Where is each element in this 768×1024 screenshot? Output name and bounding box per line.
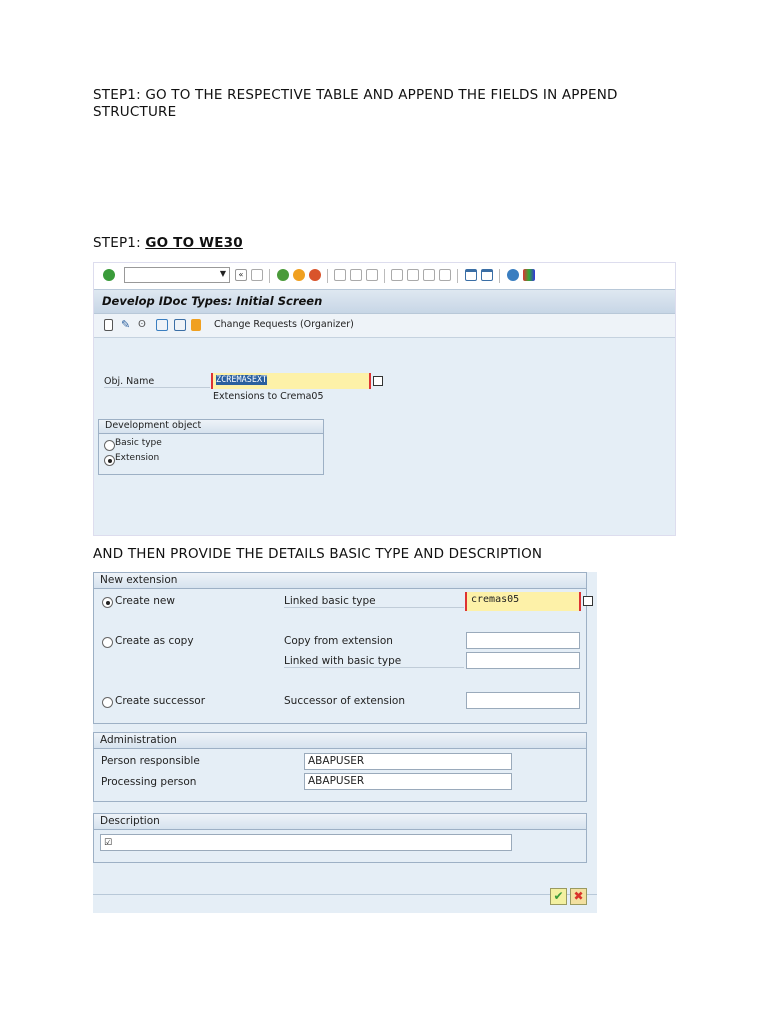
successor-of-extension-label: Successor of extension [284,695,405,707]
copy-from-extension-label: Copy from extension [284,635,393,647]
we30-link[interactable]: GO TO WE30 [145,235,243,251]
processing-person-label: Processing person [101,776,197,788]
radio-create-new[interactable] [102,597,113,608]
next-page-icon[interactable] [423,269,435,281]
value-help-icon[interactable] [373,376,383,386]
cancel-button[interactable]: ✖ [570,888,587,905]
obj-name-input[interactable]: ZCREMASEXT [211,373,371,389]
create-as-copy-label: Create as copy [115,635,194,647]
find-next-icon[interactable] [366,269,378,281]
back-icon[interactable] [277,269,289,281]
lock-icon[interactable] [191,319,201,331]
command-field[interactable]: ▼ [124,267,230,283]
new-extension-group: New extension Create new Create as copy … [93,572,593,724]
dropdown-icon[interactable]: ▼ [220,269,226,278]
then-text: AND THEN PROVIDE THE DETAILS BASIC TYPE … [93,546,543,562]
group-title: New extension [94,573,586,589]
save-icon[interactable] [251,269,263,281]
radio-create-successor[interactable] [102,697,113,708]
group-title: Description [94,814,586,830]
print-icon[interactable] [334,269,346,281]
find-icon[interactable] [350,269,362,281]
create-icon[interactable] [104,319,113,331]
layout-icon[interactable] [523,269,535,281]
radio-create-as-copy[interactable] [102,637,113,648]
step1-text: STEP1: GO TO THE RESPECTIVE TABLE AND AP… [93,87,618,120]
back-arrows-icon[interactable]: « [235,269,247,281]
create-new-label: Create new [115,595,175,607]
prev-page-icon[interactable] [407,269,419,281]
system-toolbar: ▼ « [94,263,675,289]
create-extension-dialog: New extension Create new Create as copy … [93,572,597,913]
description-group: Description ☑ [93,813,587,863]
group-title: Administration [94,733,586,749]
person-responsible-input[interactable]: ABAPUSER [304,753,512,770]
we30-screen: ▼ « Develop IDoc Types: Initial Screen ✎… [93,262,676,536]
successor-of-extension-input[interactable] [466,692,580,709]
step2-heading: STEP1: GO TO WE30 [93,235,243,251]
display-glasses-icon[interactable]: ʘ [138,319,150,331]
app-toolbar: ✎ ʘ Change Requests (Organizer) [94,314,675,338]
administration-group: Administration Person responsible ABAPUS… [93,732,587,802]
print-icon[interactable] [174,319,186,331]
footer-divider [93,894,597,895]
edit-text-icon[interactable]: ☑ [104,838,112,848]
title-bar: Develop IDoc Types: Initial Screen [94,289,675,314]
new-session-icon[interactable] [465,269,477,281]
linked-basic-type-label: Linked basic type [284,595,464,608]
shortcut-icon[interactable] [481,269,493,281]
change-requests-button[interactable]: Change Requests (Organizer) [214,319,354,330]
last-page-icon[interactable] [439,269,451,281]
delete-icon[interactable] [156,319,168,331]
obj-name-label: Obj. Name [104,376,210,388]
close-icon: ✖ [573,889,584,903]
confirm-button[interactable]: ✔ [550,888,567,905]
linked-with-basic-type-label: Linked with basic type [284,655,464,668]
value-help-icon[interactable] [583,596,593,606]
description-input[interactable]: ☑ [100,834,512,851]
change-pencil-icon[interactable]: ✎ [121,319,133,331]
radio-basic-type-label: Basic type [115,438,162,448]
enter-icon[interactable] [103,269,115,281]
radio-extension-label: Extension [115,453,160,463]
group-title: Development object [99,420,323,434]
help-icon[interactable] [507,269,519,281]
exit-icon[interactable] [293,269,305,281]
radio-basic-type[interactable] [104,440,115,451]
first-page-icon[interactable] [391,269,403,281]
checkmark-icon: ✔ [553,889,564,903]
radio-extension[interactable] [104,455,115,466]
development-object-group: Development object Basic type Extension [98,419,324,475]
copy-from-extension-input[interactable] [466,632,580,649]
create-successor-label: Create successor [115,695,206,707]
step2-prefix: STEP1: [93,235,146,251]
linked-basic-type-input[interactable]: cremas05 [465,592,581,611]
linked-with-basic-type-input[interactable] [466,652,580,669]
obj-description: Extensions to Crema05 [213,391,324,402]
cancel-icon[interactable] [309,269,321,281]
person-responsible-label: Person responsible [101,755,200,767]
processing-person-input[interactable]: ABAPUSER [304,773,512,790]
